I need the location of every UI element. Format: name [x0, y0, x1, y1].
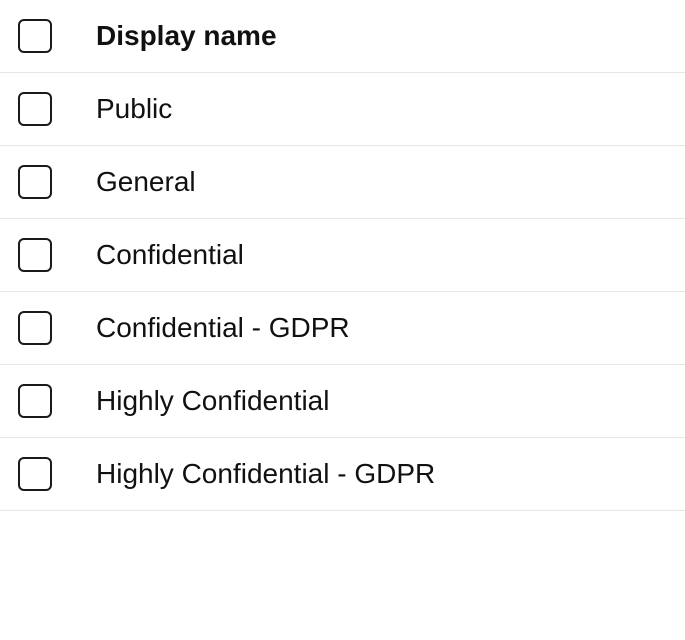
row-checkbox[interactable]	[18, 92, 52, 126]
sensitivity-label-list: Display name Public General Confidential…	[0, 0, 685, 511]
list-item[interactable]: Confidential - GDPR	[0, 292, 685, 365]
row-label: Highly Confidential	[96, 385, 329, 417]
row-checkbox[interactable]	[18, 457, 52, 491]
row-label: Confidential - GDPR	[96, 312, 350, 344]
row-checkbox[interactable]	[18, 384, 52, 418]
list-item[interactable]: Public	[0, 73, 685, 146]
list-item[interactable]: General	[0, 146, 685, 219]
row-label: Confidential	[96, 239, 244, 271]
list-item[interactable]: Highly Confidential - GDPR	[0, 438, 685, 511]
row-label: General	[96, 166, 196, 198]
list-item[interactable]: Confidential	[0, 219, 685, 292]
row-label: Public	[96, 93, 172, 125]
row-checkbox[interactable]	[18, 311, 52, 345]
row-label: Highly Confidential - GDPR	[96, 458, 435, 490]
list-header-row: Display name	[0, 0, 685, 73]
list-item[interactable]: Highly Confidential	[0, 365, 685, 438]
row-checkbox[interactable]	[18, 238, 52, 272]
row-checkbox[interactable]	[18, 165, 52, 199]
column-header-display-name: Display name	[96, 20, 277, 52]
select-all-checkbox[interactable]	[18, 19, 52, 53]
